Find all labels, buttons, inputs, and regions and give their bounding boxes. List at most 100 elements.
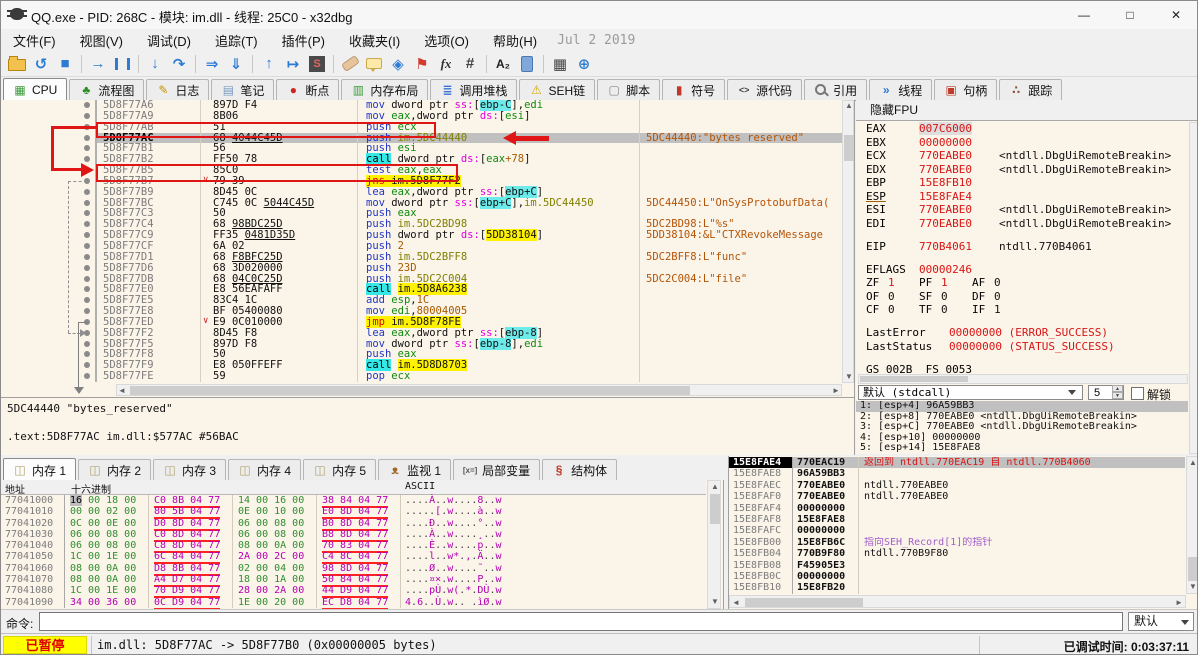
seh-chain-icon[interactable]: S — [305, 53, 329, 75]
gutter-dot-icon[interactable] — [84, 242, 90, 249]
stack-row[interactable]: 15E8FAE8 96A59BB3 — [729, 468, 1185, 480]
dump-row[interactable]: 77041050 1C 00 1E 00 6C 84 04 77 2A 00 2C 0… — [1, 551, 706, 565]
breakpoint-gutter[interactable] — [1, 132, 97, 144]
breakpoint-gutter[interactable] — [1, 186, 97, 198]
stepper-down-icon[interactable]: ▼ — [1112, 392, 1123, 399]
register-row[interactable]: EDI 770EABE0 <ntdll.DbgUiRemoteBreakin> — [856, 217, 1188, 231]
execute-till-return-icon[interactable]: ↑ — [257, 53, 281, 75]
breakpoint-gutter[interactable] — [1, 371, 97, 382]
stack-row[interactable]: 15E8FB0C 00000000 — [729, 570, 1185, 583]
hash-icon[interactable]: # — [458, 53, 482, 75]
stepper-up-icon[interactable]: ▲ — [1112, 385, 1123, 392]
dump-row[interactable]: 77041080 1C 00 1E 00 70 D9 04 77 28 00 2A 0… — [1, 585, 706, 599]
register-row[interactable]: EBX 00000000 — [856, 136, 1188, 150]
register-row[interactable]: LastStatus 00000000 (STATUS_SUCCESS) — [856, 340, 1188, 354]
tab-dump4[interactable]: ◫ 内存 4 — [228, 459, 302, 480]
trace-over-icon[interactable]: ⇓ — [224, 53, 248, 75]
tab-threads[interactable]: » 线程 — [869, 79, 933, 100]
gutter-dot-icon[interactable] — [84, 253, 90, 260]
tab-handles[interactable]: ▣ 句柄 — [934, 79, 998, 100]
dump-row[interactable]: 77041020 0C 00 0E 00 D0 8D 04 77 06 00 08 0… — [1, 517, 706, 531]
breakpoint-gutter[interactable] — [1, 143, 97, 155]
tab-symbols[interactable]: ▮ 符号 — [662, 79, 726, 100]
bookmark-icon[interactable]: ⚑ — [410, 53, 434, 75]
tab-notes[interactable]: ▤ 笔记 — [211, 79, 275, 100]
tab-memory-map[interactable]: ▥ 内存布局 — [341, 79, 429, 100]
breakpoint-gutter[interactable] — [1, 360, 97, 372]
gutter-dot-icon[interactable] — [84, 373, 90, 380]
dump-row[interactable]: 77041010 00 00 02 00 80 5B 04 77 0E 00 10 0… — [1, 506, 706, 520]
run-icon[interactable]: → — [86, 53, 110, 75]
step-into-icon[interactable]: ↓ — [143, 53, 167, 75]
gutter-dot-icon[interactable] — [84, 145, 90, 152]
gutter-dot-icon[interactable] — [84, 232, 90, 239]
register-row[interactable]: CF 0 TF 0 IF 1 — [856, 303, 1188, 317]
tab-dump2[interactable]: ◫ 内存 2 — [78, 459, 152, 480]
menu-item-trace[interactable]: 追踪(T) — [203, 29, 270, 52]
hide-fpu-button[interactable]: 隐藏FPU — [856, 100, 1197, 121]
breakpoint-gutter[interactable] — [1, 251, 97, 263]
breakpoint-gutter[interactable] — [1, 110, 97, 122]
register-row[interactable]: OF 0 SF 0 DF 0 — [856, 290, 1188, 304]
register-row[interactable]: ESI 770EABE0 <ntdll.DbgUiRemoteBreakin> — [856, 203, 1188, 217]
stack-vscrollbar[interactable]: ▲ ▼ — [1186, 456, 1197, 594]
stack-row[interactable]: 15E8FB04 770B9F80 ntdll.770B9F80 — [729, 548, 1185, 560]
stack-row[interactable]: 15E8FB08 F45905E3 — [729, 559, 1185, 571]
registers-hscrollbar[interactable] — [858, 374, 1188, 384]
function-icon[interactable]: fx — [434, 53, 458, 75]
step-over-icon[interactable]: ↷ — [167, 53, 191, 75]
stack-row[interactable]: 15E8FB10 15E8FB20 — [729, 582, 1185, 594]
register-row[interactable]: EBP 15E8FB10 — [856, 176, 1188, 190]
breakpoint-gutter[interactable] — [1, 100, 97, 111]
tab-graph[interactable]: ♣ 流程图 — [69, 79, 145, 100]
breakpoint-gutter[interactable] — [1, 273, 97, 285]
stack-row[interactable]: 15E8FAF8 15E8FAE8 — [729, 513, 1185, 526]
dump-row[interactable]: 77041090 34 00 36 00 0C D9 04 77 1E 00 20 0… — [1, 596, 706, 609]
stack-row[interactable]: 15E8FAFC 00000000 — [729, 525, 1185, 537]
menu-item-file[interactable]: 文件(F) — [1, 29, 68, 52]
calculator-icon[interactable]: ▦ — [548, 53, 572, 75]
tab-source[interactable]: <> 源代码 — [727, 79, 803, 100]
tab-references[interactable]: 引用 — [804, 79, 868, 100]
comment-icon[interactable] — [362, 53, 386, 75]
tab-cpu[interactable]: ▦ CPU — [3, 78, 68, 101]
font-settings-icon[interactable]: A₂ — [491, 53, 515, 75]
disasm-row[interactable]: 5D8F77FE 59 pop ecx — [1, 371, 842, 382]
tab-trace-tab[interactable]: ∴ 跟踪 — [999, 79, 1063, 100]
stack-row[interactable]: 15E8FAE4 770EAC19 返回到 ntdll.770EAC19 自 ntd… — [729, 457, 1185, 469]
dump-vscrollbar[interactable]: ▲ ▼ — [707, 480, 721, 609]
menu-item-plugins[interactable]: 插件(P) — [270, 29, 337, 52]
breakpoint-gutter[interactable] — [1, 208, 97, 220]
menu-item-options[interactable]: 选项(O) — [412, 29, 481, 52]
gutter-dot-icon[interactable] — [84, 156, 90, 163]
gutter-dot-icon[interactable] — [84, 340, 90, 347]
tab-watch1[interactable]: ᴥ 监视 1 — [378, 459, 452, 480]
gutter-dot-icon[interactable] — [84, 221, 90, 228]
menu-item-help[interactable]: 帮助(H) — [481, 29, 549, 52]
registers-vscrollbar[interactable] — [1189, 122, 1197, 454]
breakpoint-gutter[interactable] — [1, 262, 97, 274]
gutter-dot-icon[interactable] — [84, 362, 90, 369]
register-row[interactable]: EIP 770B4061 ntdll.770B4061 — [856, 240, 1188, 254]
restart-icon[interactable]: ↺ — [29, 53, 53, 75]
gutter-dot-icon[interactable] — [84, 264, 90, 271]
gutter-dot-icon[interactable] — [84, 188, 90, 195]
register-row[interactable]: EAX 007C6000 — [856, 122, 1188, 136]
stack-row[interactable]: 15E8FAEC 770EABE0 ntdll.770EABE0 — [729, 479, 1185, 492]
gutter-dot-icon[interactable] — [84, 134, 90, 141]
menu-item-debug[interactable]: 调试(D) — [135, 29, 203, 52]
tab-locals[interactable]: [x=] 局部变量 — [453, 459, 541, 480]
register-row[interactable]: ESP 15E8FAE4 — [856, 190, 1188, 204]
breakpoint-gutter[interactable] — [1, 306, 97, 317]
run-to-user-code-icon[interactable]: ↦ — [281, 53, 305, 75]
gutter-dot-icon[interactable] — [84, 297, 90, 304]
breakpoint-gutter[interactable] — [1, 284, 97, 296]
stack-hscrollbar[interactable]: ◄ ► — [729, 595, 1186, 608]
disasm-hscrollbar[interactable]: ◄ ► — [116, 384, 842, 396]
menu-item-view[interactable]: 视图(V) — [68, 29, 135, 52]
register-row[interactable]: EDX 770EABE0 <ntdll.DbgUiRemoteBreakin> — [856, 163, 1188, 177]
tab-dump3[interactable]: ◫ 内存 3 — [153, 459, 227, 480]
stack-row[interactable]: 15E8FAF4 00000000 — [729, 502, 1185, 514]
calling-convention-select[interactable]: 默认 (stdcall) — [858, 385, 1083, 400]
tab-breakpoints[interactable]: ● 断点 — [276, 79, 340, 100]
